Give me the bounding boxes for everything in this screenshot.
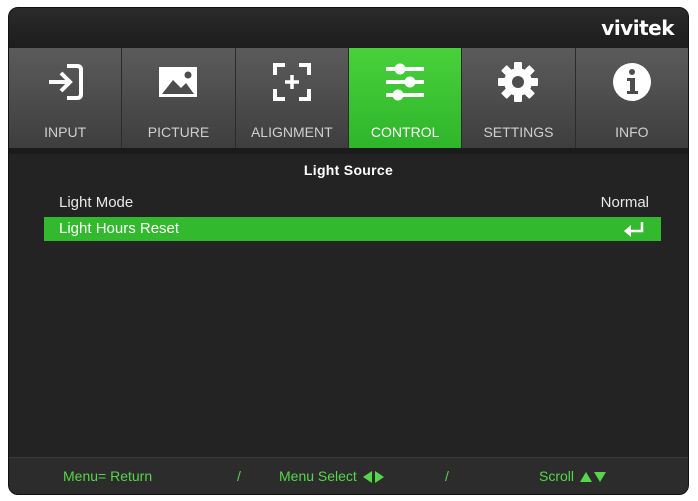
control-sliders-icon <box>386 63 425 101</box>
main-tab-bar: INPUT PICTURE ALIGNMENT CONTROL SETTINGS… <box>9 48 688 148</box>
hint-separator: / <box>237 468 241 484</box>
gear-icon <box>498 62 539 102</box>
hint-separator: / <box>445 468 449 484</box>
return-hint: Menu= Return <box>63 468 153 484</box>
menu-item-label: Light Mode <box>59 194 134 211</box>
tab-info-label: INFO <box>615 124 649 140</box>
picture-icon <box>159 67 198 97</box>
tab-input[interactable]: INPUT <box>9 48 123 148</box>
menu-item-light-mode[interactable]: Light Mode Normal <box>44 191 661 215</box>
projector-osd-menu: vivitek INPUT PICTURE ALIGNMENT CONTROL … <box>8 7 689 495</box>
tab-input-label: INPUT <box>44 124 87 140</box>
right-arrow-icon <box>374 471 384 484</box>
section-title: Light Source <box>303 162 394 178</box>
down-arrow-icon <box>593 472 606 483</box>
vivitek-logo: vivitek <box>601 16 674 40</box>
up-arrow-icon <box>579 472 592 483</box>
tab-picture[interactable]: PICTURE <box>122 48 236 148</box>
input-icon <box>49 64 84 100</box>
info-icon <box>612 63 651 101</box>
tab-picture-label: PICTURE <box>147 124 210 140</box>
menu-select-hint: Menu Select <box>279 468 384 484</box>
tab-info[interactable]: INFO <box>575 48 688 148</box>
tab-alignment[interactable]: ALIGNMENT <box>235 48 349 148</box>
scroll-hint: Scroll <box>539 468 606 484</box>
left-arrow-icon <box>362 471 372 484</box>
menu-select-label: Menu Select <box>279 468 357 484</box>
footer-hint-bar: Menu= Return / Menu Select / Scroll <box>9 457 688 494</box>
tab-control-label: CONTROL <box>370 124 440 140</box>
enter-icon <box>624 222 644 237</box>
tab-settings-label: SETTINGS <box>483 124 554 140</box>
scroll-label: Scroll <box>539 468 575 484</box>
menu-item-light-hours-reset[interactable]: Light Hours Reset <box>44 217 661 241</box>
tab-alignment-label: ALIGNMENT <box>250 124 333 140</box>
menu-item-label: Light Hours Reset <box>59 220 180 237</box>
tab-control[interactable]: CONTROL <box>348 48 463 148</box>
menu-item-value: Normal <box>600 194 649 211</box>
top-bar: vivitek <box>9 8 688 48</box>
menu-content: Light Source Light Mode Normal Light Hou… <box>9 154 688 461</box>
alignment-icon <box>272 63 311 101</box>
tab-settings[interactable]: SETTINGS <box>462 48 576 148</box>
